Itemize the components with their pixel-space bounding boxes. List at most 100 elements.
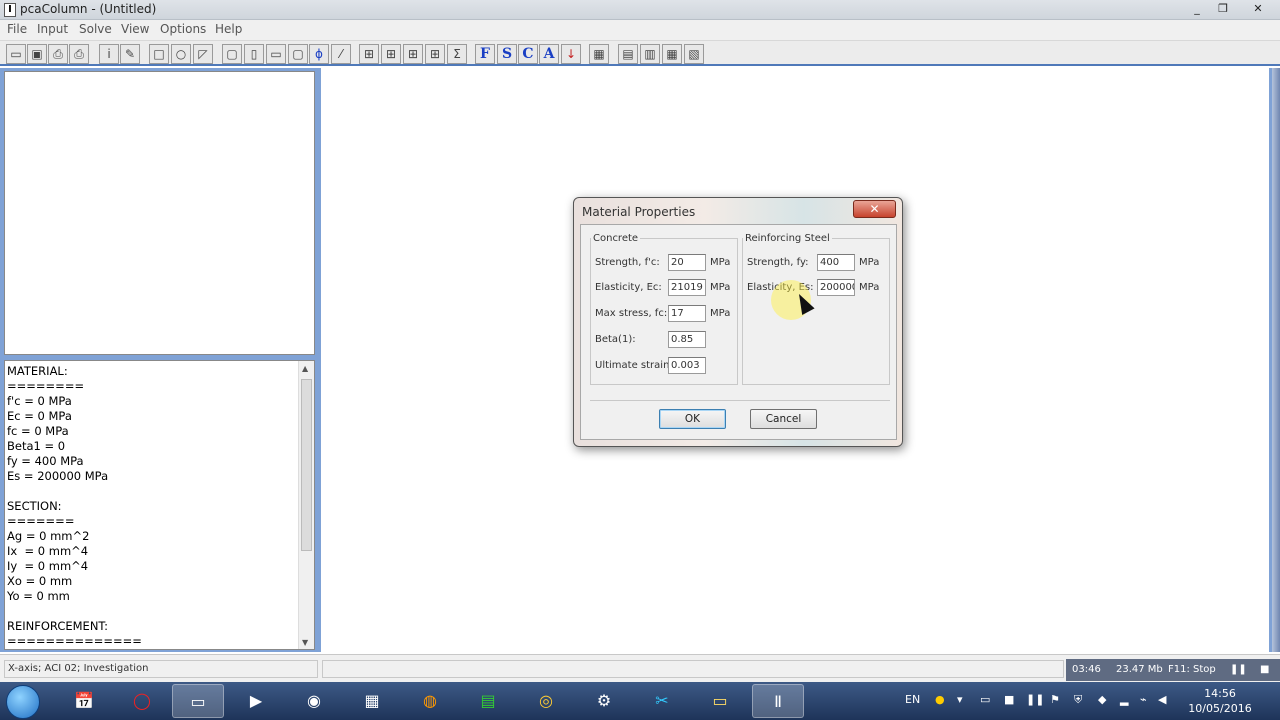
axial-loads-icon[interactable]: ⊞ — [425, 44, 445, 64]
concrete-beta-label: Beta(1): — [595, 334, 636, 345]
tray-network-icon[interactable]: ▾ — [957, 693, 963, 706]
dialog-body: Concrete Reinforcing Steel Strength, f'c… — [580, 224, 897, 440]
f-icon[interactable]: F — [475, 44, 495, 64]
concrete-ultimate-strain-label: Ultimate strain: — [595, 360, 673, 371]
taskbar-firefox-icon[interactable]: ◍ — [404, 684, 456, 718]
tray-signal-icon[interactable]: ▂ — [1120, 693, 1128, 706]
taskbar-app-icon[interactable]: ◉ — [288, 684, 340, 718]
tray-stop-icon[interactable]: ■ — [1004, 693, 1014, 706]
maximize-button[interactable]: ❐ — [1210, 1, 1236, 17]
irregular-section-icon[interactable]: ◸ — [193, 44, 213, 64]
s-icon[interactable]: S — [497, 44, 517, 64]
sort-icon[interactable]: ↓ — [561, 44, 581, 64]
view-4-icon[interactable]: ▧ — [684, 44, 704, 64]
taskbar-spreadsheet-icon[interactable]: ▤ — [462, 684, 514, 718]
concrete-elasticity-field[interactable]: 21019 — [668, 279, 706, 296]
window-title: pcaColumn - (Untitled) — [20, 2, 157, 16]
view-3-icon[interactable]: ▦ — [662, 44, 682, 64]
language-indicator[interactable]: EN — [905, 693, 920, 706]
status-mode: X-axis; ACI 02; Investigation — [4, 660, 318, 678]
rebar-two-sides-icon[interactable]: ▯ — [244, 44, 264, 64]
rebar-sides-icon[interactable]: ▢ — [288, 44, 308, 64]
taskbar-grid-app-icon[interactable]: ▦ — [346, 684, 398, 718]
close-window-button[interactable]: ✕ — [1240, 1, 1276, 17]
taskbar-pcacolumn-icon[interactable]: Ⅱ — [752, 684, 804, 718]
print-icon[interactable]: ⎙ — [48, 44, 68, 64]
taskbar-media-icon[interactable]: ▶ — [230, 684, 282, 718]
concrete-ultimate-strain-field[interactable]: 0.003 — [668, 357, 706, 374]
concrete-strength-label: Strength, f'c: — [595, 257, 660, 268]
steel-strength-label: Strength, fy: — [747, 257, 809, 268]
print-preview-icon[interactable]: ⎙ — [69, 44, 89, 64]
service-loads-icon[interactable]: ⊞ — [403, 44, 423, 64]
menu-input[interactable]: Input — [37, 22, 68, 36]
sum-icon[interactable]: Σ — [447, 44, 467, 64]
taskbar-opera-icon[interactable]: ◯ — [116, 684, 168, 718]
taskbar: 📅 ◯ ▭ ▶ ◉ ▦ ◍ ▤ ◎ ⚙ ✂ ▭ Ⅱ EN ● ▾ ▭ ■ ❚❚ … — [0, 682, 1280, 720]
steel-legend: Reinforcing Steel — [745, 233, 830, 244]
steel-strength-field[interactable]: 400 — [817, 254, 855, 271]
cancel-button[interactable]: Cancel — [750, 409, 817, 429]
loads-icon[interactable]: ⊞ — [359, 44, 379, 64]
scroll-down-icon[interactable]: ▼ — [302, 638, 308, 647]
view-1-icon[interactable]: ▤ — [618, 44, 638, 64]
menu-options[interactable]: Options — [160, 22, 206, 36]
menu-solve[interactable]: Solve — [79, 22, 112, 36]
view-2-icon[interactable]: ▥ — [640, 44, 660, 64]
system-clock[interactable]: 14:56 10/05/2016 — [1172, 686, 1268, 716]
tray-power-icon[interactable]: ⌁ — [1140, 693, 1147, 706]
section-view-pane — [0, 68, 318, 358]
open-folder-icon[interactable]: ▭ — [6, 44, 26, 64]
report-scrollbar[interactable]: ▲ ▼ — [298, 361, 314, 649]
section-canvas[interactable] — [4, 71, 315, 355]
info-edit-icon[interactable]: ✎ — [120, 44, 140, 64]
c-icon[interactable]: C — [518, 44, 538, 64]
stop-icon[interactable]: ■ — [1260, 659, 1269, 681]
circle-section-icon[interactable]: ○ — [171, 44, 191, 64]
grid-icon[interactable]: ▦ — [589, 44, 609, 64]
minimize-button[interactable]: _ — [1184, 1, 1210, 17]
save-icon[interactable]: ▣ — [27, 44, 47, 64]
menu-help[interactable]: Help — [215, 22, 242, 36]
tray-volume-icon[interactable]: ◀ — [1158, 693, 1166, 706]
ok-button[interactable]: OK — [659, 409, 726, 429]
dialog-close-button[interactable]: ✕ — [853, 200, 896, 218]
taskbar-folder-icon[interactable]: ▭ — [694, 684, 746, 718]
taskbar-chrome-icon[interactable]: ◎ — [520, 684, 572, 718]
steel-group: Reinforcing Steel — [742, 233, 890, 385]
recorder-stop-hint: F11: Stop — [1168, 664, 1216, 675]
rebar-all-sides-icon[interactable]: ▢ — [222, 44, 242, 64]
pause-icon[interactable]: ❚❚ — [1230, 659, 1247, 681]
factored-loads-icon[interactable]: ⊞ — [381, 44, 401, 64]
irregular-rebar-icon[interactable]: ⁄ — [331, 44, 351, 64]
a-icon[interactable]: A — [539, 44, 559, 64]
menu-view[interactable]: View — [121, 22, 149, 36]
rebar-top-bottom-icon[interactable]: ▭ — [266, 44, 286, 64]
title-bar: I pcaColumn - (Untitled) _ ❐ ✕ — [0, 0, 1280, 20]
scroll-up-icon[interactable]: ▲ — [302, 364, 308, 373]
taskbar-explorer-icon[interactable]: ▭ — [172, 684, 224, 718]
info-icon[interactable]: i — [99, 44, 119, 64]
concrete-strength-field[interactable]: 20 — [668, 254, 706, 271]
diameter-icon[interactable]: ϕ — [309, 44, 329, 64]
tray-dropbox-icon[interactable]: ◆ — [1098, 693, 1106, 706]
tray-display-icon[interactable]: ▭ — [980, 693, 990, 706]
concrete-beta-field[interactable]: 0.85 — [668, 331, 706, 348]
unit-label: MPa — [710, 257, 731, 268]
tray-app-icon[interactable]: ● — [935, 693, 945, 706]
tray-pause-icon[interactable]: ❚❚ — [1026, 693, 1044, 706]
report-text-area[interactable]: MATERIAL: ======== f'c = 0 MPa Ec = 0 MP… — [4, 360, 315, 650]
material-properties-dialog: Material Properties ✕ Concrete Reinforci… — [573, 197, 903, 447]
concrete-maxstress-field[interactable]: 17 — [668, 305, 706, 322]
tray-shield-icon[interactable]: ⛨ — [1074, 693, 1082, 707]
rectangle-section-icon[interactable]: □ — [149, 44, 169, 64]
menu-file[interactable]: File — [7, 22, 27, 36]
steel-elasticity-field[interactable]: 200000 — [817, 279, 855, 296]
start-button[interactable] — [6, 685, 40, 719]
unit-label: MPa — [710, 308, 731, 319]
tray-flag-icon[interactable]: ⚑ — [1050, 693, 1060, 706]
taskbar-tool-icon[interactable]: ⚙ — [578, 684, 630, 718]
taskbar-scissors-icon[interactable]: ✂ — [636, 684, 688, 718]
scroll-thumb[interactable] — [301, 379, 312, 551]
taskbar-calendar-icon[interactable]: 📅 — [58, 684, 110, 718]
